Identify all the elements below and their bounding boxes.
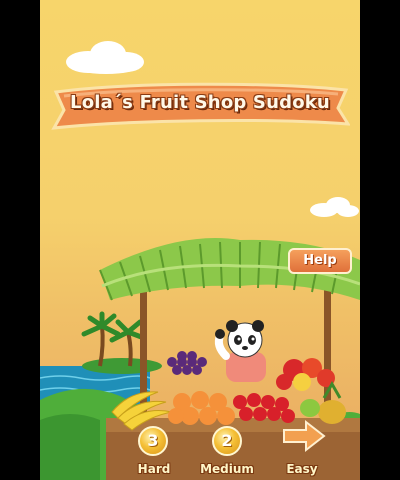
hard-level-badge[interactable]: 3 (138, 426, 168, 456)
hard-level-button[interactable]: Hard (126, 462, 182, 476)
medium-level-badge[interactable]: 2 (212, 426, 242, 456)
medium-level-button[interactable]: Medium (192, 462, 262, 476)
panda-icon (214, 320, 266, 382)
easy-level-button[interactable]: Easy (276, 462, 328, 476)
help-button[interactable]: Help (288, 248, 352, 274)
orange-icon (168, 391, 235, 425)
grape-icon (167, 351, 207, 375)
fruit-stand-scene (40, 238, 360, 480)
arrow-right-icon[interactable] (280, 418, 328, 454)
game-screen: Lola´s Fruit Shop Sudoku Help 3 Hard 2 M… (40, 0, 360, 480)
game-frame: Lola´s Fruit Shop Sudoku Help 3 Hard 2 M… (0, 0, 400, 480)
